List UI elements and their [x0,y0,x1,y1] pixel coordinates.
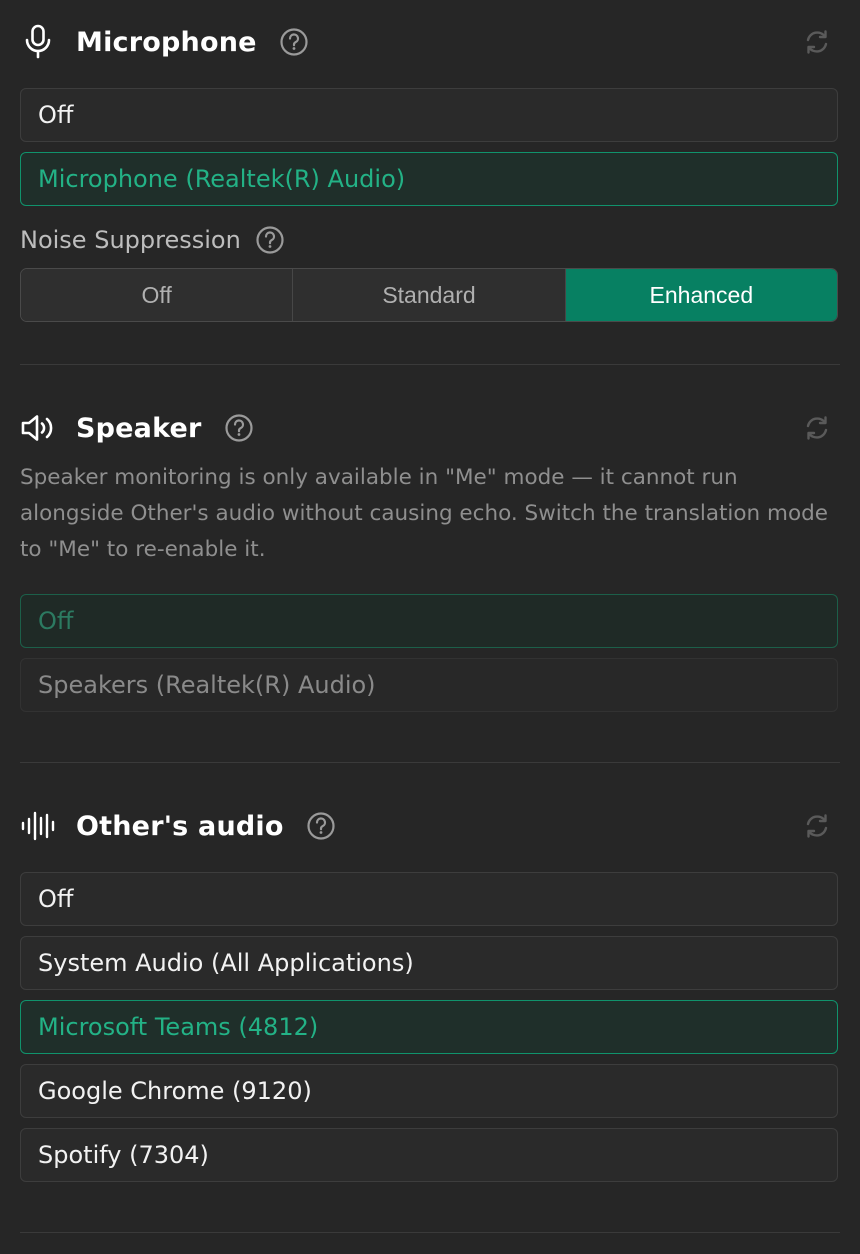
others-audio-section: Other's audio Off System Audio (All Appl… [20,802,840,1192]
option-label: Speakers (Realtek(R) Audio) [38,671,376,699]
others-audio-option-system-audio[interactable]: System Audio (All Applications) [20,936,838,990]
others-audio-option-microsoft-teams[interactable]: Microsoft Teams (4812) [20,1000,838,1054]
speaker-section: Speaker Speaker monitoring is only avail… [20,404,840,724]
option-label: Google Chrome (9120) [38,1077,312,1105]
microphone-refresh-icon[interactable] [802,27,832,57]
speaker-help-icon[interactable] [224,413,254,443]
others-audio-refresh-icon[interactable] [802,811,832,841]
section-divider [20,1232,840,1233]
speaker-refresh-icon[interactable] [802,413,832,443]
noise-suppression-standard[interactable]: Standard [293,269,566,321]
noise-suppression-help-icon[interactable] [255,225,285,255]
others-audio-help-icon[interactable] [306,811,336,841]
microphone-option-realtek[interactable]: Microphone (Realtek(R) Audio) [20,152,838,206]
section-divider [20,762,840,763]
microphone-header: Microphone [20,18,840,66]
option-label: Off [38,885,74,913]
others-audio-option-spotify[interactable]: Spotify (7304) [20,1128,838,1182]
option-label: System Audio (All Applications) [38,949,414,977]
speaker-unavailable-note: Speaker monitoring is only available in … [20,465,828,562]
section-divider [20,364,840,365]
speaker-option-realtek: Speakers (Realtek(R) Audio) [20,658,838,712]
option-label: Off [38,101,74,129]
speaker-title: Speaker [76,412,202,444]
microphone-help-icon[interactable] [279,27,309,57]
microphone-option-off[interactable]: Off [20,88,838,142]
noise-suppression-off[interactable]: Off [21,269,294,321]
option-label: Off [38,607,74,635]
noise-suppression-label-row: Noise Suppression [20,222,285,258]
microphone-section: Microphone Off Microphone (Realtek(R) Au… [20,18,840,328]
option-label: Microphone (Realtek(R) Audio) [38,165,406,193]
option-label: Spotify (7304) [38,1141,209,1169]
microphone-title: Microphone [76,26,257,58]
microphone-icon [20,24,56,60]
option-label: Microsoft Teams (4812) [38,1013,319,1041]
speaker-option-off: Off [20,594,838,648]
speaker-header: Speaker [20,404,840,452]
waveform-icon [20,808,56,844]
speaker-icon [20,410,56,446]
others-audio-title: Other's audio [76,810,284,842]
others-audio-option-off[interactable]: Off [20,872,838,926]
others-audio-header: Other's audio [20,802,840,850]
others-audio-option-google-chrome[interactable]: Google Chrome (9120) [20,1064,838,1118]
noise-suppression-enhanced[interactable]: Enhanced [565,269,837,321]
audio-settings-panel: Microphone Off Microphone (Realtek(R) Au… [0,0,860,1254]
noise-suppression-segmented-control: Off Standard Enhanced [20,268,838,322]
noise-suppression-label: Noise Suppression [20,226,241,254]
